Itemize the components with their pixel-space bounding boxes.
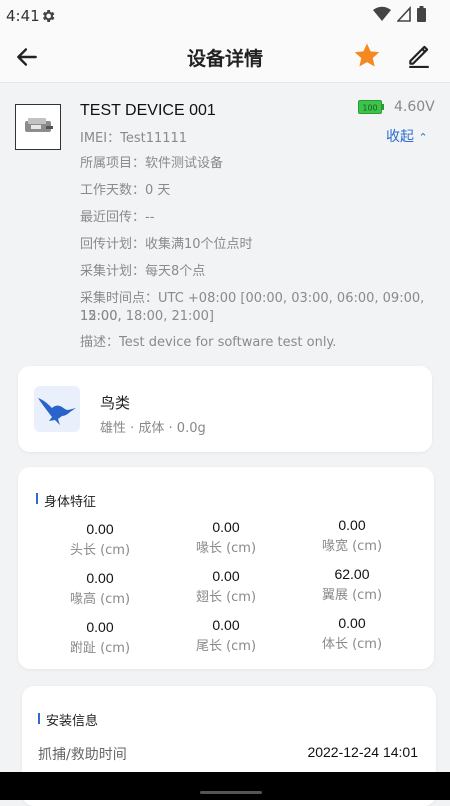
stat-value: 62.00 (334, 566, 370, 582)
device-collect-plan: 采集计划：每天8个点 (80, 264, 206, 279)
stat-value: 0.00 (212, 519, 240, 535)
device-thumbnail (15, 104, 61, 150)
edit-pencil-icon[interactable] (406, 42, 432, 68)
section-accent-bar (36, 493, 38, 504)
section-accent-bar (38, 713, 40, 724)
device-work-days: 工作天数：0 天 (80, 183, 171, 198)
device-project: 所属项目：软件测试设备 (80, 156, 224, 171)
stat-label: 翼展 (cm) (321, 588, 383, 603)
app-bar: 设备详情 (0, 32, 450, 83)
device-last-upload: 最近回传：-- (80, 210, 155, 225)
stat-value: 0.00 (212, 617, 240, 633)
stat-item: 0.00 喙长 (cm) (166, 519, 286, 556)
stat-item: 0.00 体长 (cm) (292, 615, 412, 652)
section-title: 安装信息 (46, 714, 99, 729)
body-features-card: 身体特征 0.00 头长 (cm) 0.00 喙长 (cm) 0.00 喙宽 (… (18, 467, 434, 669)
battery-status-icon (417, 6, 426, 22)
device-imei: IMEI：Test11111 (80, 131, 188, 146)
device-upload-plan: 回传计划：收集满10个位点时 (80, 237, 253, 252)
favorite-star-icon[interactable] (352, 41, 382, 71)
stat-item: 0.00 喙宽 (cm) (292, 517, 412, 554)
capture-time-label: 抓捕/救助时间 (38, 747, 127, 763)
stat-label: 翅长 (cm) (195, 590, 257, 605)
stat-item: 62.00 翼展 (cm) (292, 566, 412, 603)
animal-card[interactable]: 鸟类 雄性 · 成体 · 0.0g (18, 366, 432, 452)
animal-attributes: 雄性 · 成体 · 0.0g (100, 421, 206, 436)
status-bar: 4:41 (0, 0, 450, 32)
device-description: 描述：Test device for software test only. (80, 335, 337, 350)
section-title: 身体特征 (44, 495, 97, 510)
stat-item: 0.00 翅长 (cm) (166, 568, 286, 605)
stat-item: 0.00 喙高 (cm) (40, 570, 160, 607)
page-title: 设备详情 (186, 48, 263, 70)
stat-label: 喙高 (cm) (69, 592, 131, 607)
battery-level-icon: 100 (358, 100, 384, 114)
chevron-up-icon: ⌃ (418, 131, 428, 144)
stat-label: 体长 (cm) (321, 637, 383, 652)
stat-value: 0.00 (86, 521, 114, 537)
animal-species: 鸟类 (100, 394, 131, 412)
device-info-section: TEST DEVICE 001 100 4.60V 收起 ⌃ IMEI：Test… (0, 88, 450, 358)
stat-label: 头长 (cm) (69, 543, 131, 558)
stat-value: 0.00 (86, 570, 114, 586)
stat-label: 尾长 (cm) (195, 639, 257, 654)
device-collect-times-cont: 15:00, 18:00, 21:00] (80, 309, 214, 324)
battery-percent: 100 (362, 104, 377, 113)
stat-value: 0.00 (338, 517, 366, 533)
stat-label: 喙长 (cm) (195, 541, 257, 556)
stat-label: 喙宽 (cm) (321, 539, 383, 554)
gear-icon (42, 10, 55, 22)
bird-avatar (34, 386, 80, 432)
tracker-device-icon (25, 118, 53, 132)
signal-icon (397, 6, 411, 22)
stat-item: 0.00 头长 (cm) (40, 521, 160, 558)
bird-icon (38, 398, 76, 425)
collapse-button[interactable]: 收起 ⌃ (386, 126, 428, 146)
capture-time-value: 2022-12-24 14:01 (307, 744, 418, 760)
home-indicator[interactable] (200, 791, 262, 794)
stat-value: 0.00 (86, 619, 114, 635)
device-name: TEST DEVICE 001 (80, 102, 216, 119)
stat-value: 0.00 (212, 568, 240, 584)
battery-voltage: 4.60V (394, 99, 435, 115)
stat-value: 0.00 (338, 615, 366, 631)
wifi-icon (373, 6, 391, 22)
system-nav-bar (0, 772, 450, 800)
stat-item: 0.00 尾长 (cm) (166, 617, 286, 654)
status-icons (373, 6, 426, 22)
status-time: 4:41 (6, 7, 40, 25)
stat-label: 跗趾 (cm) (69, 641, 131, 656)
collapse-label: 收起 (386, 129, 414, 145)
stat-item: 0.00 跗趾 (cm) (40, 619, 160, 656)
